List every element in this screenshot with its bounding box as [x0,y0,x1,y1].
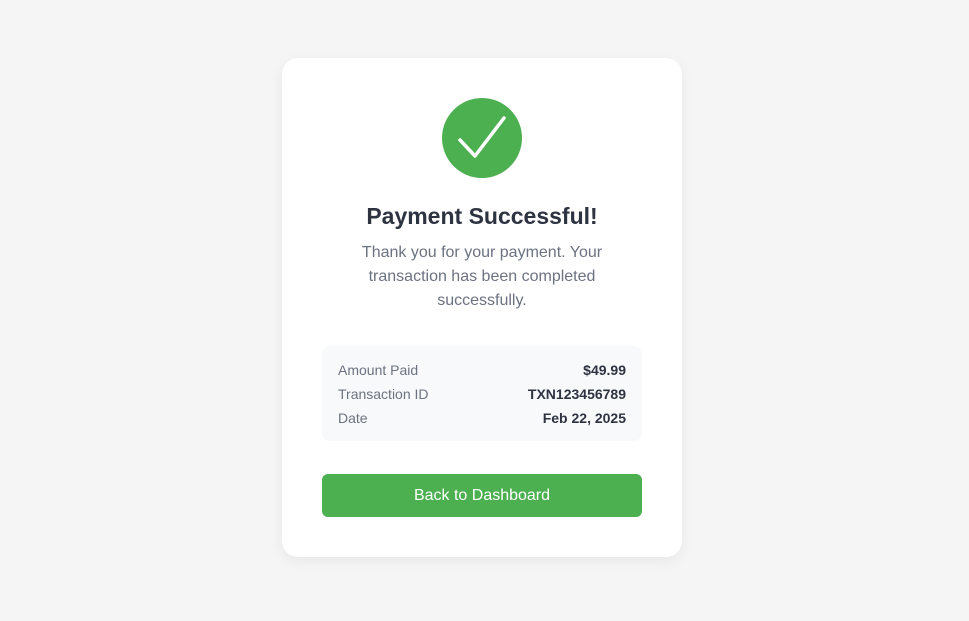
detail-row-date: Date Feb 22, 2025 [338,406,626,430]
detail-value: TXN123456789 [527,386,626,402]
checkmark-icon [458,116,506,158]
detail-row-amount: Amount Paid $49.99 [338,358,626,382]
detail-row-transaction-id: Transaction ID TXN123456789 [338,382,626,406]
detail-label: Date [338,410,368,426]
success-message: Thank you for your payment. Your transac… [361,244,603,309]
transaction-details: Amount Paid $49.99 Transaction ID TXN123… [322,346,642,441]
page: Payment Successful! Thank you for your p… [0,0,969,621]
detail-label: Transaction ID [338,386,429,402]
back-to-dashboard-button[interactable]: Back to Dashboard [322,474,642,517]
page-title: Payment Successful! [366,203,598,229]
detail-value: $49.99 [583,362,626,378]
detail-value: Feb 22, 2025 [542,410,626,426]
check-circle-icon [442,98,522,178]
detail-label: Amount Paid [338,362,419,378]
payment-success-card: Payment Successful! Thank you for your p… [282,58,682,557]
